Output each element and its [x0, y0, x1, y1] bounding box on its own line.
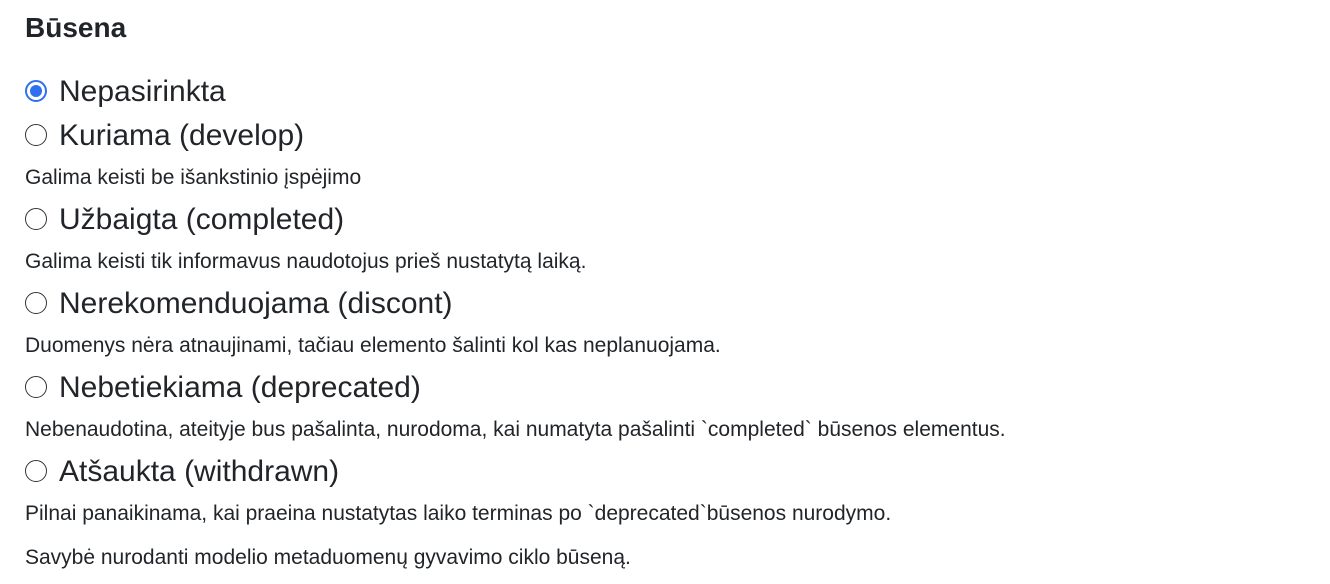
radio-button[interactable] [25, 460, 47, 482]
option-description: Duomenys nėra atnaujinami, tačiau elemen… [25, 334, 721, 357]
radio-option-completed[interactable]: Užbaigta (completed) [25, 198, 1315, 242]
radio-label[interactable]: Nebetiekiama (deprecated) [59, 366, 421, 410]
radio-button-checked[interactable] [25, 80, 47, 102]
radio-option-discont[interactable]: Nerekomenduojama (discont) [25, 282, 1315, 326]
option-description: Nebenaudotina, ateityje bus pašalinta, n… [25, 418, 1006, 441]
radio-button[interactable] [25, 124, 47, 146]
radio-label[interactable]: Kuriama (develop) [59, 114, 304, 158]
field-legend: Būsena [25, 12, 127, 43]
option-description: Pilnai panaikinama, kai praeina nustatyt… [25, 502, 892, 525]
radio-option-develop[interactable]: Kuriama (develop) [25, 114, 1315, 158]
radio-button[interactable] [25, 292, 47, 314]
option-description: Galima keisti be išankstinio įspėjimo [25, 166, 362, 189]
radio-option-withdrawn[interactable]: Atšaukta (withdrawn) [25, 450, 1315, 494]
radio-label[interactable]: Nepasirinkta [59, 70, 226, 114]
status-fieldset: Būsena Nepasirinkta Kuriama (develop) Ga… [25, 8, 1315, 578]
radio-label[interactable]: Nerekomenduojama (discont) [59, 282, 453, 326]
radio-button[interactable] [25, 208, 47, 230]
radio-label[interactable]: Atšaukta (withdrawn) [59, 450, 339, 494]
radio-label[interactable]: Užbaigta (completed) [59, 198, 344, 242]
radio-option-deprecated[interactable]: Nebetiekiama (deprecated) [25, 366, 1315, 410]
radio-option-nepasirinkta[interactable]: Nepasirinkta [25, 70, 1315, 114]
option-description: Galima keisti tik informavus naudotojus … [25, 250, 587, 273]
radio-button[interactable] [25, 376, 47, 398]
field-help-text: Savybė nurodanti modelio metaduomenų gyv… [25, 546, 631, 569]
